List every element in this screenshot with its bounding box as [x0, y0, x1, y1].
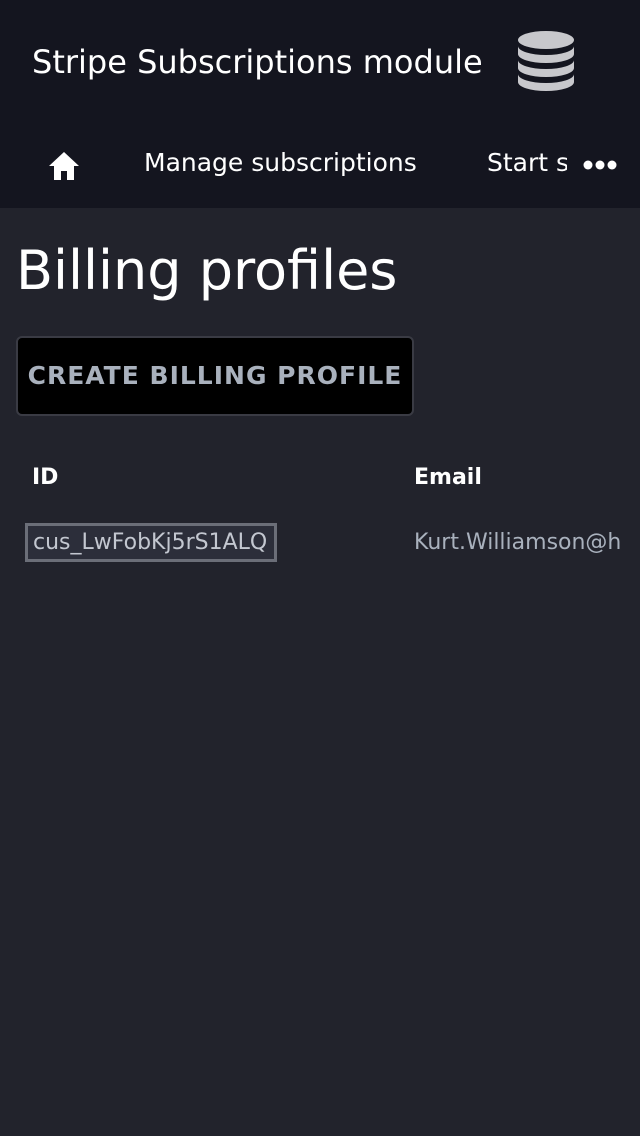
home-icon[interactable]	[46, 148, 82, 184]
more-horizontal-icon[interactable]	[582, 158, 618, 172]
table-cell-email: Kurt.Williamson@h	[414, 530, 622, 555]
create-billing-profile-button[interactable]: CREATE BILLING PROFILE	[16, 336, 414, 416]
nav-link-start[interactable]: Start s	[487, 148, 567, 177]
page-title: Billing profiles	[16, 239, 398, 302]
table-cell-email-clip: Kurt.Williamson@h	[414, 526, 640, 560]
nav-link-manage-subscriptions[interactable]: Manage subscriptions	[144, 147, 417, 179]
table-header-id: ID	[32, 465, 59, 490]
table-header-email: Email	[414, 465, 482, 490]
table-cell-id[interactable]: cus_LwFobKj5rS1ALQ	[25, 523, 277, 562]
nav-link-start-clip: Start s	[487, 147, 567, 181]
database-icon	[518, 31, 574, 91]
nav-bar: Manage subscriptions Start s	[0, 126, 640, 208]
app-title: Stripe Subscriptions module	[32, 43, 483, 81]
app-header: Stripe Subscriptions module	[0, 0, 640, 126]
